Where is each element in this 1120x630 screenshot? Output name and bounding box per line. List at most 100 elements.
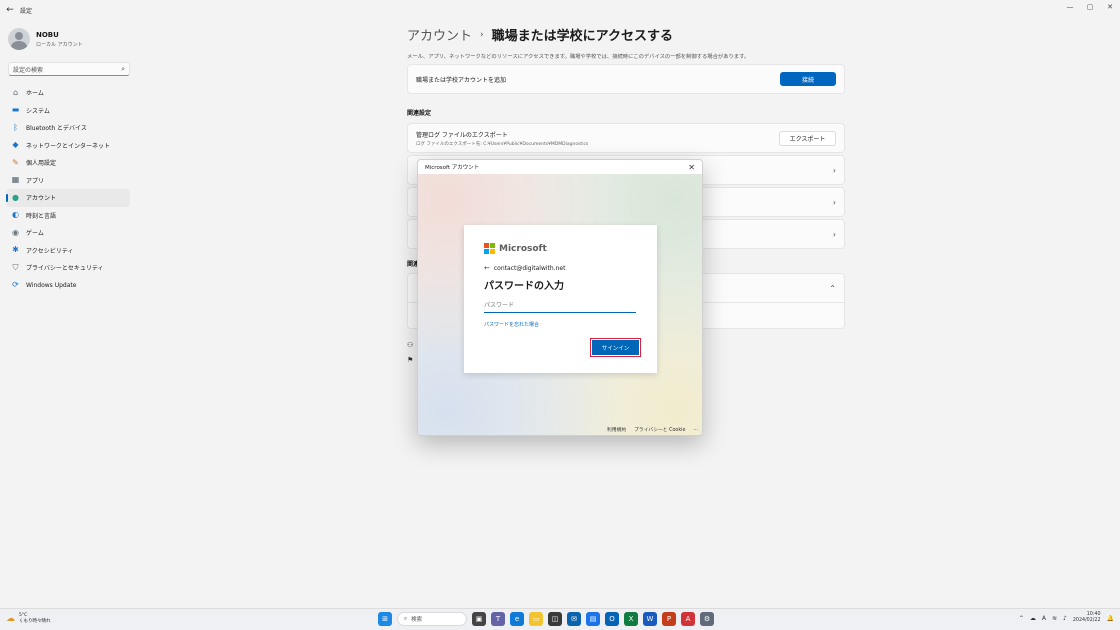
brand-name: Microsoft (499, 243, 547, 254)
dialog-footer: 利用規約 プライバシーと Cookie ... (607, 426, 698, 433)
onedrive-icon[interactable]: ☁ (1030, 615, 1036, 622)
person-icon: ● (12, 192, 19, 202)
wifi-icon[interactable]: ≋ (1052, 615, 1057, 622)
sidebar-item-label: プライバシーとセキュリティ (26, 265, 104, 273)
breadcrumb: アカウント › 職場または学校にアクセスする (407, 25, 845, 44)
signin-button[interactable]: サインイン (590, 338, 641, 357)
apps-icon: ▦ (11, 175, 20, 185)
account-email-row: ← contact@digitalwith.net (484, 264, 637, 272)
password-input[interactable] (484, 299, 636, 313)
sidebar-item-label: Windows Update (26, 281, 77, 289)
store-icon[interactable]: ◫ (548, 612, 562, 626)
word-icon[interactable]: W (643, 612, 657, 626)
sidebar: NOBU ローカル アカウント 設定の検索 ⌕ ⌂ ホーム ▬ システム ᛒ Blueto… (0, 20, 138, 608)
globe-icon: ◐ (12, 210, 19, 220)
microsoft-logo: Microsoft (484, 243, 637, 254)
close-icon[interactable]: ✕ (1100, 0, 1120, 14)
taskbar-apps: ⊞ ⌕ 検索 ▣ T e ▭ ◫ ✉ ▤ O X W P A ⚙ (378, 612, 714, 626)
minimize-icon[interactable]: — (1060, 0, 1080, 14)
settings-search-input[interactable]: 設定の検索 ⌕ (8, 62, 130, 76)
window-title: 設定 (20, 7, 33, 15)
microsoft-logo-icon (484, 243, 495, 254)
sidebar-item[interactable]: ▬ システム (6, 102, 130, 120)
sidebar-item[interactable]: ◐ 時刻と言語 (6, 207, 130, 225)
sidebar-item[interactable]: ◉ ゲーム (6, 224, 130, 242)
edge-icon[interactable]: e (510, 612, 524, 626)
wifi-icon: ◆ (12, 140, 19, 150)
monitor-icon: ▬ (11, 105, 20, 115)
sidebar-item[interactable]: ⟳ Windows Update (6, 277, 130, 295)
weather-widget[interactable]: ☁ 5°C くもり時々晴れ (6, 613, 51, 625)
avatar (8, 28, 30, 50)
close-icon[interactable]: ✕ (688, 163, 695, 172)
breadcrumb-parent[interactable]: アカウント (407, 25, 472, 44)
chevron-right-icon: › (832, 165, 836, 175)
back-arrow-icon[interactable]: ← (484, 264, 490, 272)
accessibility-icon: ✱ (12, 245, 19, 255)
explorer-icon[interactable]: ▭ (529, 612, 543, 626)
account-type: ローカル アカウント (36, 41, 83, 48)
sidebar-item-label: 時刻と言語 (26, 212, 57, 220)
settings-gear-icon[interactable]: ⚙ (700, 612, 714, 626)
bluetooth-icon: ᛒ (13, 122, 18, 132)
export-logs-path: ログ ファイルのエクスポート先: C:¥Users¥Public¥Documen… (416, 141, 589, 147)
taskbar-search[interactable]: ⌕ 検索 (397, 612, 467, 626)
excel-icon[interactable]: X (624, 612, 638, 626)
acrobat-icon[interactable]: A (681, 612, 695, 626)
system-tray: ⌃ ☁ A ≋ ♪ 10:40 2024/02/22 🔔 (1019, 612, 1114, 624)
chevron-up-icon[interactable]: ⌃ (829, 284, 836, 293)
user-profile[interactable]: NOBU ローカル アカウント (8, 28, 83, 50)
weather-condition: くもり時々晴れ (19, 619, 51, 624)
dialog-title-bar: Microsoft アカウント ✕ (418, 160, 702, 174)
add-account-card: 職場または学校アカウントを追加 接続 (407, 64, 845, 94)
sidebar-item-label: 個人用設定 (26, 160, 57, 168)
add-account-label: 職場または学校アカウントを追加 (416, 76, 507, 84)
terms-link[interactable]: 利用規約 (607, 426, 626, 433)
dialog-title: Microsoft アカウント (425, 165, 480, 171)
powerpoint-icon[interactable]: P (662, 612, 676, 626)
search-placeholder: 設定の検索 (13, 66, 44, 74)
sidebar-item[interactable]: ✎ 個人用設定 (6, 154, 130, 172)
clock[interactable]: 10:40 2024/02/22 (1073, 612, 1101, 624)
dialog-body: Microsoft ← contact@digitalwith.net パスワー… (418, 174, 702, 435)
signin-panel: Microsoft ← contact@digitalwith.net パスワー… (464, 225, 657, 373)
more-options-icon[interactable]: ... (693, 427, 698, 432)
page-title: 職場または学校にアクセスする (491, 29, 673, 44)
export-logs-title: 管理ログ ファイルのエクスポート (416, 131, 508, 139)
mail-icon[interactable]: ✉ (567, 612, 581, 626)
privacy-link[interactable]: プライバシーと Cookie (634, 426, 685, 433)
search-icon: ⌕ (404, 615, 408, 622)
task-view-icon[interactable]: ▣ (472, 612, 486, 626)
sidebar-item[interactable]: ● アカウント (6, 189, 130, 207)
app-icon[interactable]: ▤ (586, 612, 600, 626)
forgot-password-link[interactable]: パスワードを忘れた場合 (484, 321, 637, 328)
sidebar-item-label: Bluetooth とデバイス (26, 125, 87, 133)
weather-icon: ☁ (6, 614, 15, 624)
update-icon: ⟳ (12, 280, 19, 290)
back-arrow-icon[interactable]: ← (0, 5, 20, 15)
account-email: contact@digitalwith.net (493, 264, 566, 272)
chevron-up-icon[interactable]: ⌃ (1019, 615, 1024, 622)
sidebar-item[interactable]: ▦ アプリ (6, 172, 130, 190)
connect-button[interactable]: 接続 (780, 72, 836, 86)
start-icon[interactable]: ⊞ (378, 612, 392, 626)
sidebar-item[interactable]: ⛉ プライバシーとセキュリティ (6, 259, 130, 277)
outlook-icon[interactable]: O (605, 612, 619, 626)
maximize-icon[interactable]: ▢ (1080, 0, 1100, 14)
password-heading: パスワードの入力 (484, 281, 564, 292)
notification-bell-icon[interactable]: 🔔 (1107, 615, 1114, 622)
sidebar-nav: ⌂ ホーム ▬ システム ᛒ Bluetooth とデバイス ◆ ネットワークとインターネット… (6, 84, 130, 294)
page-description: メール、アプリ、ネットワークなどのリソースにアクセスできます。職場や学校では、接… (407, 54, 750, 60)
microsoft-account-dialog: Microsoft アカウント ✕ Microsoft ← contact@di… (417, 159, 703, 436)
sidebar-item[interactable]: ✱ アクセシビリティ (6, 242, 130, 260)
sidebar-item[interactable]: ◆ ネットワークとインターネット (6, 137, 130, 155)
sidebar-item[interactable]: ⌂ ホーム (6, 84, 130, 102)
ime-icon[interactable]: A (1042, 615, 1046, 622)
window-controls: — ▢ ✕ (1060, 0, 1120, 14)
sidebar-item[interactable]: ᛒ Bluetooth とデバイス (6, 119, 130, 137)
related-settings-title: 関連設定 (407, 110, 432, 117)
export-button[interactable]: エクスポート (779, 130, 836, 146)
volume-icon[interactable]: ♪ (1063, 615, 1067, 622)
user-name: NOBU (36, 30, 59, 39)
teams-icon[interactable]: T (491, 612, 505, 626)
